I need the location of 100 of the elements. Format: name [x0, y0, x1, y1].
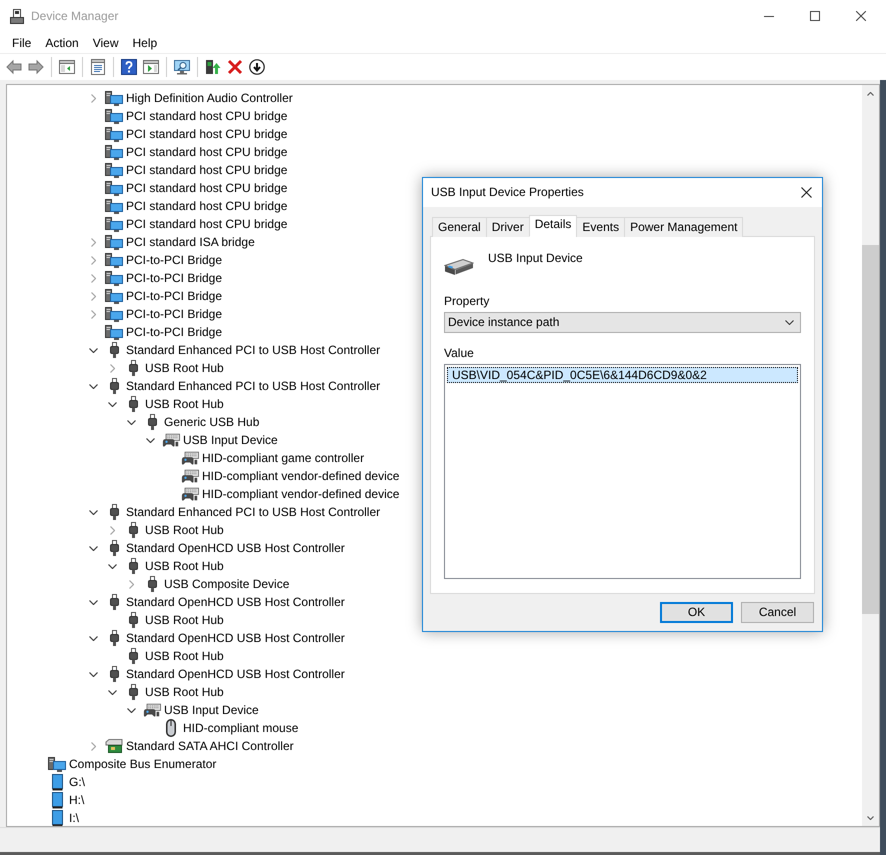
chevron-down-icon[interactable] [88, 546, 98, 550]
forward-arrow-icon[interactable] [28, 59, 44, 75]
usb-plug-icon [148, 414, 156, 430]
drive-icon [52, 792, 62, 808]
chevron-down-icon[interactable] [88, 636, 98, 640]
tree-item[interactable]: PCI-to-PCI Bridge [126, 306, 222, 322]
tab[interactable]: Details [528, 215, 578, 237]
down-arrow-circle-icon[interactable] [249, 59, 265, 75]
tree-item[interactable]: PCI-to-PCI Bridge [126, 288, 222, 304]
tree-item[interactable]: Standard OpenHCD USB Host Controller [126, 630, 345, 646]
window-list-icon[interactable] [90, 59, 106, 75]
tab[interactable]: General [432, 217, 487, 237]
menu-item[interactable]: View [86, 34, 126, 52]
dialog-title: USB Input Device Properties [431, 185, 584, 200]
usb-plug-icon [110, 378, 118, 394]
tree-item[interactable]: USB Root Hub [145, 396, 224, 412]
tab[interactable]: Events [576, 217, 626, 237]
tree-item[interactable]: Standard Enhanced PCI to USB Host Controller [126, 504, 380, 520]
close-icon[interactable] [801, 187, 812, 198]
chevron-down-icon[interactable] [88, 510, 98, 514]
tree-item[interactable]: G:\ [69, 774, 86, 790]
tree-item[interactable]: USB Input Device [183, 432, 278, 448]
tree-item[interactable]: PCI standard host CPU bridge [126, 216, 288, 232]
tree-item[interactable]: I:\ [69, 810, 80, 826]
value-label: Value [444, 346, 474, 361]
computer-monitor-icon [105, 144, 123, 160]
value-list[interactable]: USB\VID_054C&PID_0C5E\6&144D6CD9&0&2 [444, 364, 801, 579]
tree-item[interactable]: USB Input Device [164, 702, 259, 718]
chevron-down-icon[interactable] [108, 690, 116, 694]
window-pane-icon[interactable] [59, 59, 75, 75]
scrollbar-thumb[interactable] [862, 245, 879, 614]
tab[interactable]: Driver [486, 217, 530, 237]
tree-item[interactable]: Composite Bus Enumerator [69, 756, 216, 772]
chevron-down-icon[interactable] [146, 438, 154, 442]
chevron-down-icon[interactable] [108, 402, 116, 406]
tree-item[interactable]: HID-compliant game controller [202, 450, 364, 466]
menu-item[interactable]: File [5, 34, 38, 52]
tree-item[interactable]: HID-compliant vendor-defined device [202, 468, 400, 484]
back-arrow-icon[interactable] [6, 59, 22, 75]
tree-item[interactable]: USB Root Hub [145, 522, 224, 538]
help-icon[interactable] [121, 59, 137, 75]
drive-icon [52, 774, 62, 790]
tree-item[interactable]: USB Root Hub [145, 360, 224, 376]
dialog-button[interactable]: OK [660, 602, 733, 623]
tree-item[interactable]: HID-compliant mouse [183, 720, 298, 736]
tree-item[interactable]: USB Root Hub [145, 612, 224, 628]
tree-item[interactable]: USB Root Hub [145, 684, 224, 700]
tree-item[interactable]: USB Root Hub [145, 648, 224, 664]
window-play-icon[interactable] [143, 59, 159, 75]
tree-item[interactable]: PCI-to-PCI Bridge [126, 324, 222, 340]
menu-item[interactable]: Action [38, 34, 86, 52]
maximize-icon[interactable] [810, 11, 820, 21]
usb-plug-icon [110, 504, 118, 520]
computer-monitor-icon [105, 288, 123, 304]
tree-item[interactable]: PCI standard host CPU bridge [126, 108, 288, 124]
device-icon [444, 256, 474, 276]
tree-item[interactable]: USB Root Hub [145, 558, 224, 574]
usb-plug-icon [128, 360, 138, 376]
chevron-down-icon[interactable] [126, 708, 136, 712]
tree-item[interactable]: High Definition Audio Controller [126, 90, 293, 106]
chevron-down-icon[interactable] [126, 420, 136, 424]
chevron-down-icon[interactable] [88, 348, 98, 352]
dialog-button[interactable]: Cancel [741, 602, 814, 623]
property-dropdown[interactable]: Device instance path [444, 312, 801, 333]
usb-plug-icon [128, 558, 138, 574]
tree-item[interactable]: Standard OpenHCD USB Host Controller [126, 540, 345, 556]
tree-item[interactable]: Standard Enhanced PCI to USB Host Controller [126, 342, 380, 358]
tree-item[interactable]: PCI standard host CPU bridge [126, 126, 288, 142]
tree-item[interactable]: HID-compliant vendor-defined device [202, 486, 400, 502]
chevron-down-icon[interactable] [88, 672, 98, 676]
tree-item[interactable]: USB Composite Device [164, 576, 290, 592]
tree-item[interactable]: PCI standard host CPU bridge [126, 180, 288, 196]
tree-item[interactable]: Standard OpenHCD USB Host Controller [126, 594, 345, 610]
tree-item[interactable]: PCI standard host CPU bridge [126, 144, 288, 160]
tree-item[interactable]: PCI standard host CPU bridge [126, 198, 288, 214]
computer-monitor-icon [105, 90, 123, 106]
tree-item[interactable]: PCI standard host CPU bridge [126, 162, 288, 178]
cross-icon[interactable] [227, 59, 243, 75]
usb-plug-icon [110, 594, 118, 610]
chevron-down-icon[interactable] [88, 600, 98, 604]
menu-item[interactable]: Help [126, 34, 164, 52]
computer-monitor-icon [105, 126, 123, 142]
tree-item[interactable]: Standard SATA AHCI Controller [126, 738, 294, 754]
value-list-item[interactable]: USB\VID_054C&PID_0C5E\6&144D6CD9&0&2 [447, 367, 798, 383]
chevron-down-icon[interactable] [108, 564, 116, 568]
tree-item[interactable]: PCI-to-PCI Bridge [126, 270, 222, 286]
tree-item[interactable]: PCI standard ISA bridge [126, 234, 255, 250]
computer-monitor-icon [48, 756, 66, 772]
chevron-down-icon[interactable] [88, 384, 98, 388]
close-icon[interactable] [856, 11, 866, 21]
tree-item[interactable]: Generic USB Hub [164, 414, 260, 430]
tree-item[interactable]: H:\ [69, 792, 84, 808]
monitor-icon[interactable] [174, 59, 190, 75]
device-arrow-icon[interactable] [205, 59, 221, 75]
vertical-scrollbar[interactable] [862, 85, 879, 826]
tree-item[interactable]: PCI-to-PCI Bridge [126, 252, 222, 268]
tree-item[interactable]: Standard OpenHCD USB Host Controller [126, 666, 345, 682]
tab[interactable]: Power Management [624, 217, 744, 237]
usb-plug-icon [110, 666, 118, 682]
tree-item[interactable]: Standard Enhanced PCI to USB Host Controller [126, 378, 380, 394]
